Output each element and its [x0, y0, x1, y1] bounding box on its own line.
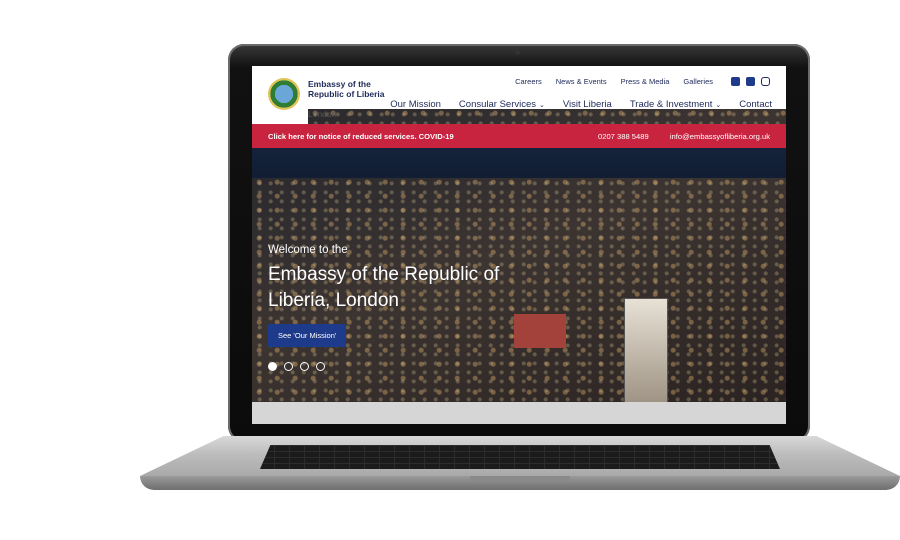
site-header: Embassy of the Republic of Liberia Londo… [252, 66, 786, 339]
nav-trade-investment[interactable]: Trade & Investment ⌄ [630, 99, 721, 110]
nav-visit-liberia[interactable]: Visit Liberia [563, 99, 612, 110]
phone-link[interactable]: 0207 388 5489 [598, 132, 649, 141]
brand-line-2: Republic of Liberia [308, 89, 385, 99]
carousel-dots [268, 362, 325, 371]
content-strip [252, 402, 786, 424]
screen: Embassy of the Republic of Liberia Londo… [252, 66, 786, 424]
top-nav-careers[interactable]: Careers [515, 77, 542, 86]
webcam-icon [515, 50, 520, 55]
site-brand[interactable]: Embassy of the Republic of Liberia Londo… [308, 79, 786, 339]
nav-consular-label: Consular Services [458, 99, 537, 110]
chevron-down-icon: ⌄ [539, 102, 545, 109]
covid-notice-link[interactable]: Click here for notice of reduced service… [268, 132, 454, 141]
see-our-mission-button[interactable]: See 'Our Mission' [268, 324, 347, 347]
hero-welcome: Welcome to the [268, 244, 348, 256]
main-nav: Our Mission Consular Services ⌄ Visit Lib… [390, 99, 772, 110]
email-link[interactable]: info@embassyofliberia.org.uk [670, 132, 770, 141]
nav-trade-label: Trade & Investment [629, 99, 713, 110]
hero-tower [624, 298, 668, 402]
brand-line-1: Embassy of the [308, 79, 371, 89]
keyboard [260, 445, 780, 469]
twitter-icon[interactable] [746, 77, 755, 86]
facebook-icon[interactable] [731, 77, 740, 86]
nav-consular-services[interactable]: Consular Services ⌄ [459, 99, 545, 110]
top-nav-news-events[interactable]: News & Events [556, 77, 607, 86]
hero-banner: Welcome to the Embassy of the Republic o… [252, 148, 786, 402]
laptop-base [140, 436, 900, 496]
instagram-icon[interactable] [761, 77, 770, 86]
laptop-mockup: Embassy of the Republic of Liberia Londo… [0, 0, 900, 540]
carousel-dot[interactable] [284, 362, 293, 371]
top-nav-press-media[interactable]: Press & Media [621, 77, 670, 86]
nav-contact[interactable]: Contact [739, 99, 772, 110]
carousel-dot[interactable] [268, 362, 277, 371]
nav-our-mission[interactable]: Our Mission [390, 99, 441, 110]
carousel-dot[interactable] [300, 362, 309, 371]
hero-title: Embassy of the Republic of Liberia, Lond… [268, 264, 500, 311]
social-links [731, 77, 770, 86]
lid-notch [470, 476, 570, 482]
covid-alert-bar: Click here for notice of reduced service… [252, 124, 786, 148]
top-nav-galleries[interactable]: Galleries [683, 77, 713, 86]
carousel-dot[interactable] [316, 362, 325, 371]
chevron-down-icon: ⌄ [715, 102, 722, 109]
top-nav: Careers News & Events Press & Media Gall… [515, 77, 770, 86]
liberia-seal-icon[interactable] [268, 78, 300, 110]
hero-building [514, 314, 566, 348]
